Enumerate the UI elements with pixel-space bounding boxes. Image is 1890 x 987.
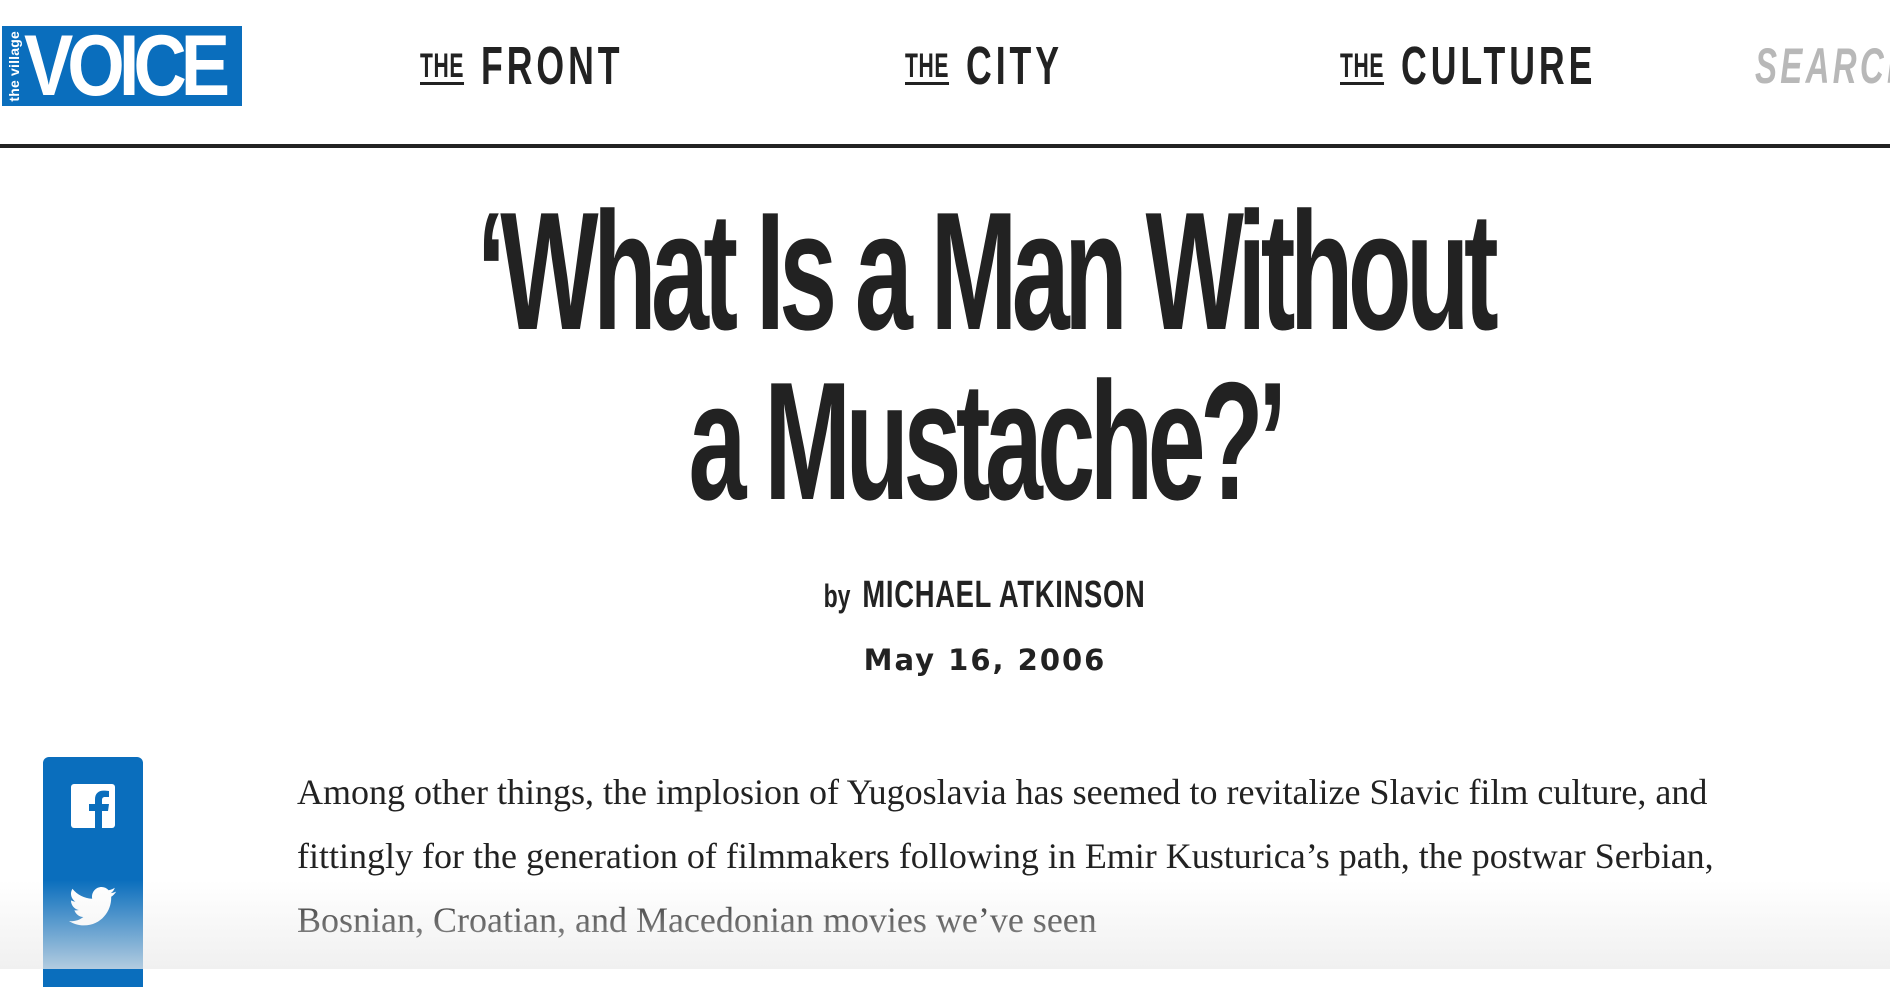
author-link[interactable]: MICHAEL ATKINSON	[863, 574, 1146, 616]
nav-city-label: CITY	[966, 36, 1064, 96]
logo-small-text: the village	[6, 30, 22, 102]
nav-the-label: THE	[420, 46, 465, 85]
twitter-share-button[interactable]	[69, 882, 117, 930]
byline: by MICHAEL ATKINSON	[0, 574, 1890, 617]
publish-date: May 16, 2006	[863, 643, 1107, 677]
village-voice-logo[interactable]: the village VOICE	[2, 26, 242, 106]
facebook-icon	[71, 784, 115, 828]
facebook-share-button[interactable]	[69, 782, 117, 830]
twitter-icon	[69, 887, 117, 926]
search-link[interactable]: SEARCH	[1755, 36, 1890, 96]
article-body: Among other things, the implosion of Yug…	[297, 760, 1717, 952]
nav-the-label: THE	[1340, 46, 1385, 85]
article-paragraph: Among other things, the implosion of Yug…	[297, 772, 1714, 940]
nav-the-front[interactable]: THE FRONT	[420, 36, 697, 96]
nav-front-label: FRONT	[481, 36, 624, 96]
logo-big-text: VOICE	[24, 26, 230, 106]
nav-the-label: THE	[905, 46, 950, 85]
byline-prefix: by	[824, 578, 851, 614]
share-bar	[43, 757, 143, 987]
nav-culture-label: CULTURE	[1401, 36, 1597, 96]
article-title: ‘What Is a Man Without a Mustache?’	[245, 186, 1725, 526]
site-header: the village VOICE THE FRONT THE CITY THE…	[0, 0, 1890, 148]
article-title-text: ‘What Is a Man Without a Mustache?’	[476, 177, 1499, 535]
nav-the-culture[interactable]: THE CULTURE	[1340, 36, 1697, 96]
nav-the-city[interactable]: THE CITY	[905, 36, 1113, 96]
